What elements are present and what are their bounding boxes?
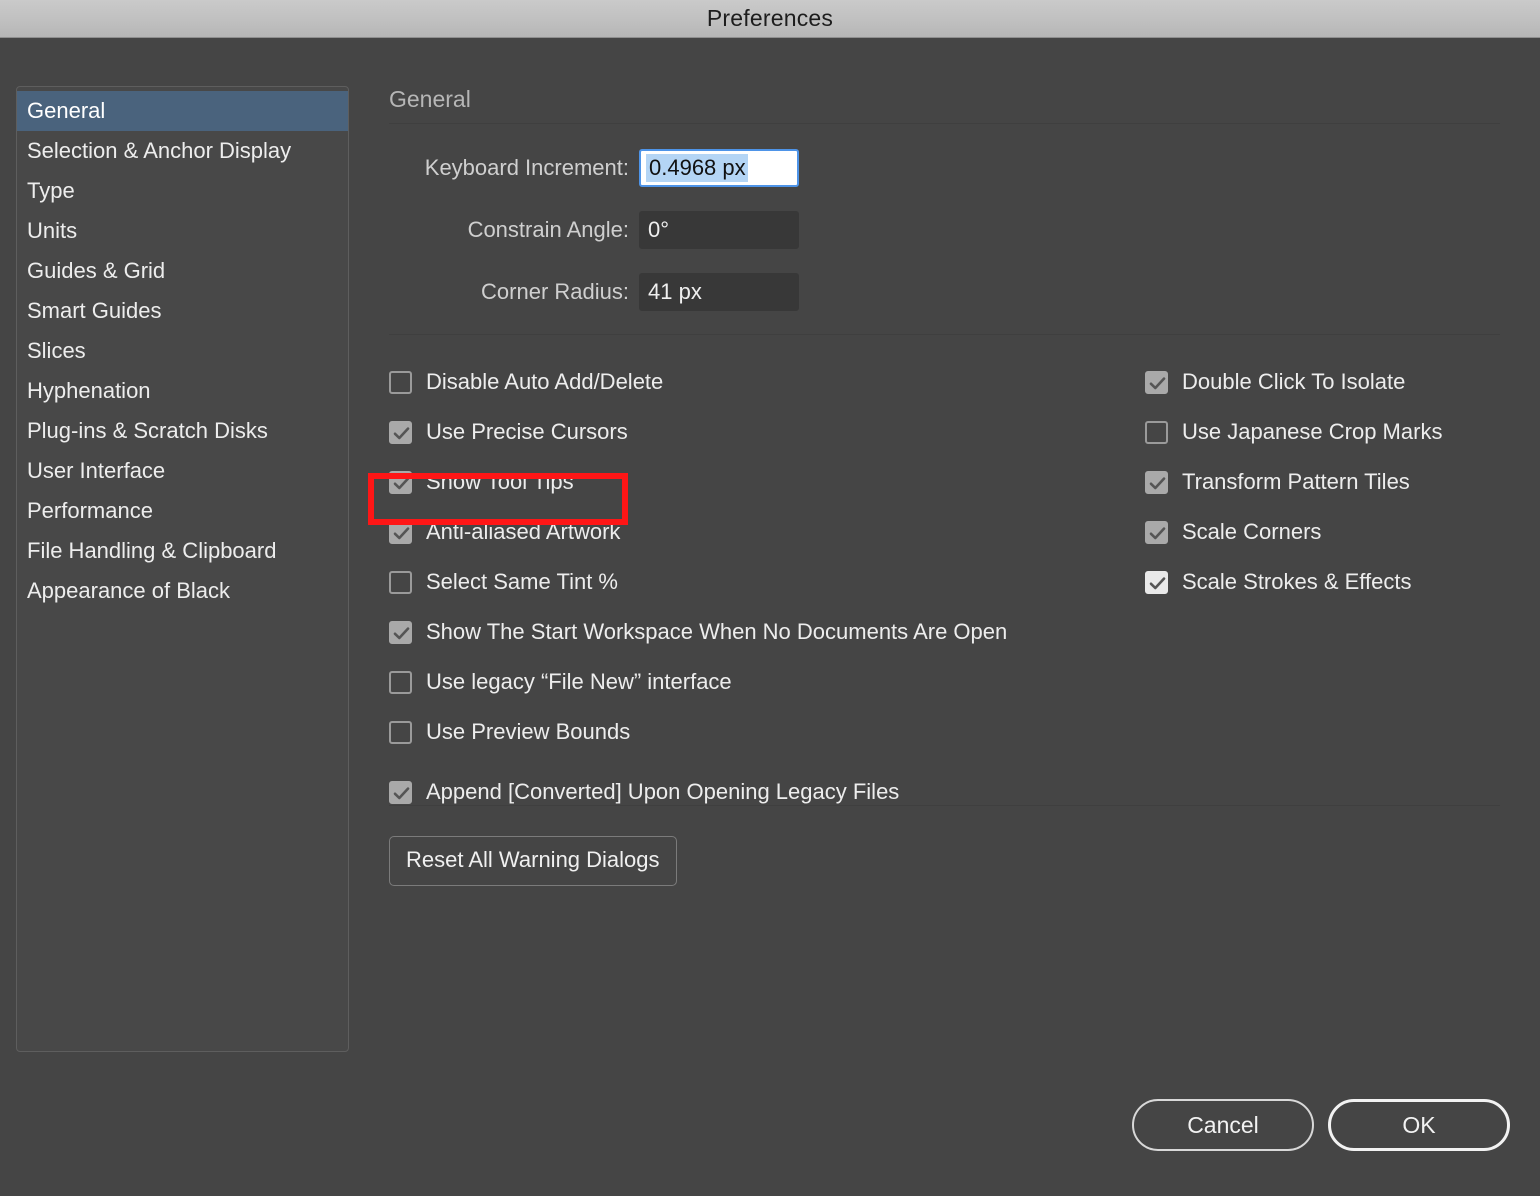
preferences-category-list[interactable]: General Selection & Anchor Display Type Uni… <box>16 86 349 1052</box>
sidebar-item-label: General <box>27 98 106 123</box>
sidebar-item-appearance-of-black[interactable]: Appearance of Black <box>17 571 348 611</box>
sidebar-item-smart-guides[interactable]: Smart Guides <box>17 291 348 331</box>
checkbox-checked-icon[interactable] <box>389 780 412 804</box>
section-heading: General <box>389 86 471 112</box>
checkbox-use-precise-cursors[interactable]: Use Precise Cursors <box>389 407 1149 457</box>
sidebar-item-label: Selection & Anchor Display <box>27 138 292 163</box>
checkbox-label: Anti-aliased Artwork <box>426 519 621 544</box>
sidebar-item-type[interactable]: Type <box>17 171 348 211</box>
field-value: 0.4968 px <box>646 153 748 183</box>
field-row-corner-radius: Corner Radius: 41 px <box>389 272 1509 312</box>
checkbox-use-preview-bounds[interactable]: Use Preview Bounds <box>389 707 1149 757</box>
checkbox-label: Scale Corners <box>1182 519 1322 544</box>
sidebar-item-performance[interactable]: Performance <box>17 491 348 531</box>
checkbox-show-the-start-workspace-when-no-documents-are-open[interactable]: Show The Start Workspace When No Documen… <box>389 607 1149 657</box>
reset-all-warning-dialogs-button[interactable]: Reset All Warning Dialogs <box>389 836 677 886</box>
checkbox-column-right: Double Click To Isolate Use Japanese Crop… <box>1145 357 1540 607</box>
sidebar-item-slices[interactable]: Slices <box>17 331 348 371</box>
checkbox-unchecked-icon[interactable] <box>389 370 412 394</box>
sidebar-item-label: Smart Guides <box>27 298 162 323</box>
sidebar-item-label: Hyphenation <box>27 378 151 403</box>
sidebar-item-label: Type <box>27 178 75 203</box>
checkbox-use-japanese-crop-marks[interactable]: Use Japanese Crop Marks <box>1145 407 1540 457</box>
checkbox-double-click-to-isolate[interactable]: Double Click To Isolate <box>1145 357 1540 407</box>
checkbox-checked-icon[interactable] <box>1145 570 1168 594</box>
checkbox-label: Transform Pattern Tiles <box>1182 469 1410 494</box>
checkbox-scale-strokes-effects[interactable]: Scale Strokes & Effects <box>1145 557 1540 607</box>
checkbox-checked-icon[interactable] <box>1145 370 1168 394</box>
sidebar-item-label: Slices <box>27 338 86 363</box>
checkbox-unchecked-icon[interactable] <box>389 720 412 744</box>
sidebar-item-units[interactable]: Units <box>17 211 348 251</box>
checkbox-disable-auto-add-delete[interactable]: Disable Auto Add/Delete <box>389 357 1149 407</box>
checkbox-label: Scale Strokes & Effects <box>1182 569 1412 594</box>
field-value: 41 px <box>648 279 702 304</box>
sidebar-item-label: Guides & Grid <box>27 258 166 283</box>
field-value: 0° <box>648 217 670 242</box>
checkbox-label: Show Tool Tips <box>426 469 574 494</box>
dialog-title: Preferences <box>706 5 834 31</box>
sidebar-item-label: Performance <box>27 498 153 523</box>
checkbox-label: Append [Converted] Upon Opening Legacy F… <box>426 779 900 804</box>
constrain-angle-input[interactable]: 0° <box>639 211 799 249</box>
dialog-footer: Cancel OK <box>1132 1099 1510 1151</box>
sidebar-item-label: User Interface <box>27 458 166 483</box>
checkbox-transform-pattern-tiles[interactable]: Transform Pattern Tiles <box>1145 457 1540 507</box>
checkbox-checked-icon[interactable] <box>389 620 412 644</box>
field-row-constrain-angle: Constrain Angle: 0° <box>389 210 1509 250</box>
checkbox-label: Show The Start Workspace When No Documen… <box>426 619 1008 644</box>
checkbox-scale-corners[interactable]: Scale Corners <box>1145 507 1540 557</box>
checkbox-label: Disable Auto Add/Delete <box>426 369 664 394</box>
sidebar-item-user-interface[interactable]: User Interface <box>17 451 348 491</box>
preferences-main-panel: General Keyboard Increment: 0.4968 px Cons… <box>389 86 1509 886</box>
checkbox-label: Use Japanese Crop Marks <box>1182 419 1443 444</box>
dialog-titlebar: Preferences <box>0 0 1540 38</box>
ok-button[interactable]: OK <box>1328 1099 1510 1151</box>
checkbox-checked-icon[interactable] <box>1145 470 1168 494</box>
sidebar-item-plug-ins-scratch-disks[interactable]: Plug-ins & Scratch Disks <box>17 411 348 451</box>
checkbox-label: Use Precise Cursors <box>426 419 628 444</box>
sidebar-item-label: Plug-ins & Scratch Disks <box>27 418 268 443</box>
checkbox-append-converted-upon-opening-legacy-files[interactable]: Append [Converted] Upon Opening Legacy F… <box>389 767 1149 817</box>
sidebar-item-file-handling-clipboard[interactable]: File Handling & Clipboard <box>17 531 348 571</box>
preferences-dialog: Preferences General Selection & Anchor Di… <box>0 0 1540 1196</box>
checkbox-groups: Disable Auto Add/Delete Use Precise Curso… <box>389 335 1509 805</box>
cancel-button[interactable]: Cancel <box>1132 1099 1314 1151</box>
checkbox-label: Select Same Tint % <box>426 569 618 594</box>
field-label: Keyboard Increment: <box>424 155 629 180</box>
field-label: Corner Radius: <box>481 279 629 304</box>
field-row-keyboard-increment: Keyboard Increment: 0.4968 px <box>389 148 1509 188</box>
reset-button-wrap: Reset All Warning Dialogs <box>389 806 1509 886</box>
corner-radius-input[interactable]: 41 px <box>639 273 799 311</box>
sidebar-item-general[interactable]: General <box>17 91 348 131</box>
checkbox-unchecked-icon[interactable] <box>1145 420 1168 444</box>
sidebar-item-selection-anchor-display[interactable]: Selection & Anchor Display <box>17 131 348 171</box>
checkbox-checked-icon[interactable] <box>1145 520 1168 544</box>
sidebar-item-guides-grid[interactable]: Guides & Grid <box>17 251 348 291</box>
checkbox-checked-icon[interactable] <box>389 420 412 444</box>
checkbox-label: Use legacy “File New” interface <box>426 669 732 694</box>
sidebar-item-label: Units <box>27 218 78 243</box>
checkbox-unchecked-icon[interactable] <box>389 570 412 594</box>
sidebar-item-label: File Handling & Clipboard <box>27 538 277 563</box>
numeric-fields-group: Keyboard Increment: 0.4968 px Constrain An… <box>389 124 1509 312</box>
checkbox-label: Use Preview Bounds <box>426 719 631 744</box>
field-label: Constrain Angle: <box>467 217 629 242</box>
checkbox-column-left: Disable Auto Add/Delete Use Precise Curso… <box>389 357 1149 817</box>
checkbox-checked-icon[interactable] <box>389 470 412 494</box>
checkbox-anti-aliased-artwork[interactable]: Anti-aliased Artwork <box>389 507 1149 557</box>
checkbox-unchecked-icon[interactable] <box>389 670 412 694</box>
checkbox-label: Double Click To Isolate <box>1182 369 1406 394</box>
checkbox-select-same-tint[interactable]: Select Same Tint % <box>389 557 1149 607</box>
sidebar-item-hyphenation[interactable]: Hyphenation <box>17 371 348 411</box>
checkbox-show-tool-tips[interactable]: Show Tool Tips <box>389 457 1149 507</box>
checkbox-use-legacy-file-new-interface[interactable]: Use legacy “File New” interface <box>389 657 1149 707</box>
checkbox-checked-icon[interactable] <box>389 520 412 544</box>
sidebar-item-label: Appearance of Black <box>27 578 231 603</box>
keyboard-increment-input[interactable]: 0.4968 px <box>639 149 799 187</box>
